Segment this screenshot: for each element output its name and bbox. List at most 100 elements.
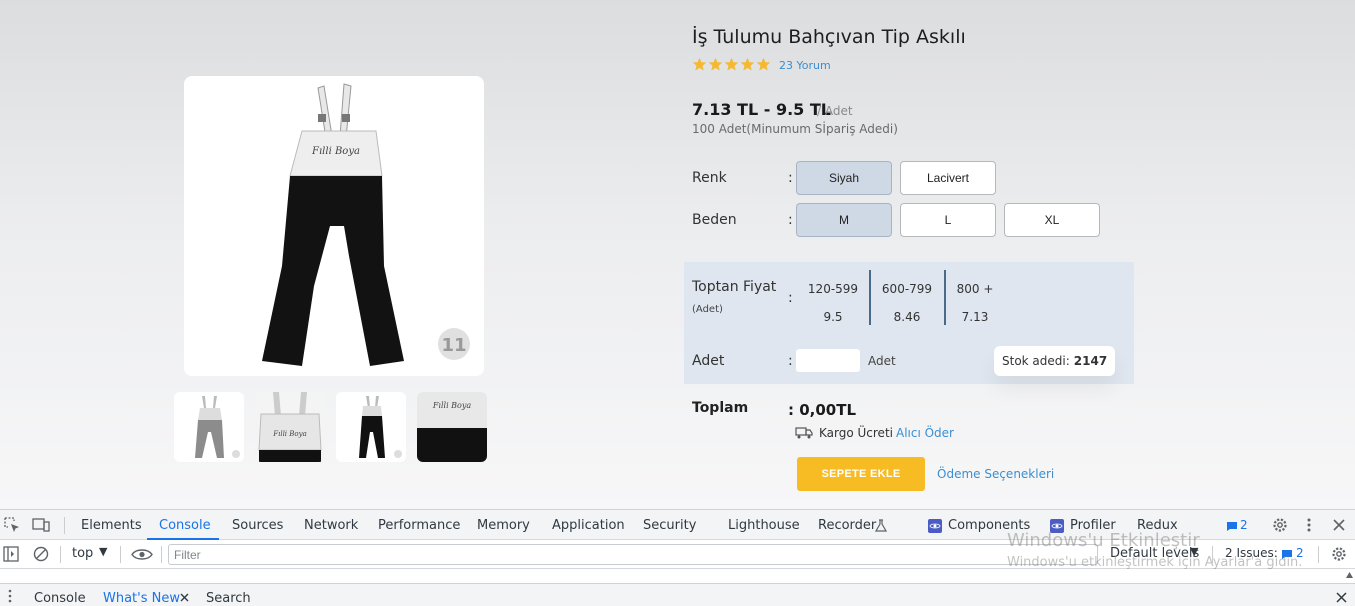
devtools-drawer-tabs: Console What's New Search bbox=[0, 583, 1355, 606]
image-badge: 11 bbox=[441, 335, 466, 356]
thumb4-brand: Fılli Boya bbox=[432, 401, 472, 410]
size-label: Beden bbox=[692, 212, 737, 228]
device-toolbar-icon[interactable] bbox=[32, 517, 50, 533]
divider bbox=[1318, 546, 1319, 563]
color-option-lacivert[interactable]: Lacivert bbox=[900, 161, 996, 195]
close-drawer-icon[interactable] bbox=[1336, 592, 1347, 603]
tier-range: 120-599 bbox=[807, 282, 859, 296]
chevron-down-icon[interactable]: ▼ bbox=[99, 545, 107, 558]
star-icon bbox=[756, 57, 771, 71]
minimum-order: 100 Adet(Minumum Sİpariş Adedi) bbox=[692, 122, 898, 136]
size-option-m[interactable]: M bbox=[796, 203, 892, 237]
wholesale-label: Toptan Fiyat bbox=[692, 279, 777, 295]
drawer-tab-whats-new[interactable]: What's New bbox=[103, 591, 180, 606]
tab-memory[interactable]: Memory bbox=[477, 510, 530, 540]
size-option-l[interactable]: L bbox=[900, 203, 996, 237]
main-product-image[interactable]: Fılli Boya 11 bbox=[184, 76, 484, 376]
divider bbox=[64, 517, 65, 534]
thumb-overalls-black bbox=[359, 396, 402, 458]
tier-price: 8.46 bbox=[893, 310, 921, 324]
wholesale-tier-3: 800 + 7.13 bbox=[938, 270, 1012, 332]
tab-performance[interactable]: Performance bbox=[378, 510, 460, 540]
tab-lighthouse[interactable]: Lighthouse bbox=[728, 510, 800, 540]
quantity-colon: : bbox=[788, 353, 793, 369]
console-filter-input[interactable] bbox=[168, 544, 1098, 565]
product-title: İş Tulumu Bahçıvan Tip Askılı bbox=[692, 26, 966, 48]
brand-script: Fılli Boya bbox=[311, 146, 360, 157]
wholesale-tier-2: 600-799 8.46 bbox=[870, 270, 944, 332]
shipping-label: Kargo Ücreti bbox=[819, 426, 893, 440]
windows-activation-title: Windows'u Etkinleştir bbox=[1007, 530, 1200, 551]
star-icon bbox=[708, 57, 723, 71]
tab-recorder[interactable]: Recorder bbox=[818, 510, 876, 540]
color-label: Renk bbox=[692, 170, 727, 186]
tier-range: 800 + bbox=[956, 282, 994, 296]
wholesale-sublabel: (Adet) bbox=[692, 304, 723, 315]
total-value: : 0,00TL bbox=[788, 401, 857, 419]
product-page: Fılli Boya 11 Fılli Boya Fılli Boya İş T… bbox=[0, 0, 1355, 509]
payment-options-link[interactable]: Ödeme Seçenekleri bbox=[937, 467, 1054, 481]
react-components-icon bbox=[928, 519, 942, 533]
thumb-overalls-grey bbox=[195, 396, 240, 458]
clear-console-icon[interactable] bbox=[33, 546, 49, 562]
star-icon bbox=[724, 57, 739, 71]
scroll-up-icon[interactable] bbox=[1345, 571, 1354, 579]
console-settings-icon[interactable] bbox=[1331, 546, 1347, 562]
rating-stars bbox=[692, 57, 771, 72]
shipping-info: Kargo Ücreti Alıcı Öder bbox=[795, 426, 954, 440]
windows-activation-subtitle: Windows'u etkinleştirmek için Ayarlar'a … bbox=[1007, 555, 1303, 570]
tab-elements[interactable]: Elements bbox=[81, 510, 142, 540]
live-expression-eye-icon[interactable] bbox=[131, 548, 153, 561]
close-tab-icon[interactable] bbox=[180, 593, 189, 602]
tier-price: 7.13 bbox=[961, 310, 989, 324]
star-icon bbox=[740, 57, 755, 71]
console-output-area[interactable] bbox=[0, 569, 1355, 583]
flask-icon bbox=[875, 519, 887, 532]
tab-application[interactable]: Application bbox=[552, 510, 625, 540]
stock-badge: Stok adedi: 2147 bbox=[994, 346, 1116, 376]
tab-security[interactable]: Security bbox=[643, 510, 696, 540]
wholesale-colon: : bbox=[788, 290, 793, 306]
divider bbox=[120, 546, 121, 563]
drawer-tab-search[interactable]: Search bbox=[206, 591, 251, 606]
messages-count[interactable]: 2 bbox=[1240, 518, 1248, 532]
thumbnail-1[interactable] bbox=[174, 392, 244, 462]
wholesale-tier-1: 120-599 9.5 bbox=[796, 270, 870, 332]
tier-range: 600-799 bbox=[881, 282, 933, 296]
more-options-icon[interactable] bbox=[1305, 517, 1313, 533]
thumb-overalls-bib: Fılli Boya bbox=[255, 392, 325, 462]
color-option-siyah[interactable]: Siyah bbox=[796, 161, 892, 195]
shipping-payer-link[interactable]: Alıcı Öder bbox=[896, 426, 954, 440]
color-colon: : bbox=[788, 170, 793, 186]
total-label: Toplam bbox=[692, 400, 749, 416]
price-range: 7.13 TL - 9.5 TL bbox=[692, 100, 831, 119]
tab-sources[interactable]: Sources bbox=[232, 510, 283, 540]
overalls-image: Fılli Boya 11 bbox=[262, 83, 470, 366]
drawer-tab-console[interactable]: Console bbox=[34, 591, 86, 606]
size-option-xl[interactable]: XL bbox=[1004, 203, 1100, 237]
thumbnail-3[interactable] bbox=[336, 392, 406, 462]
thumbnail-2[interactable]: Fılli Boya bbox=[255, 392, 325, 462]
stock-label: Stok adedi: bbox=[1002, 354, 1070, 368]
drawer-menu-icon[interactable] bbox=[8, 589, 12, 603]
add-to-cart-button[interactable]: SEPETE EKLE bbox=[797, 457, 925, 491]
reviews-link[interactable]: 23 Yorum bbox=[779, 59, 831, 72]
divider bbox=[60, 546, 61, 563]
context-selector[interactable]: top bbox=[72, 546, 93, 561]
thumbnail-4[interactable]: Fılli Boya bbox=[417, 392, 487, 462]
quantity-input[interactable] bbox=[796, 349, 860, 372]
thumb2-brand: Fılli Boya bbox=[272, 430, 307, 438]
price-unit: / Adet bbox=[817, 104, 853, 118]
settings-gear-icon[interactable] bbox=[1272, 517, 1288, 533]
tab-network[interactable]: Network bbox=[304, 510, 358, 540]
thumb-overalls-closeup: Fılli Boya bbox=[417, 392, 487, 462]
quantity-label: Adet bbox=[692, 353, 725, 369]
tier-price: 9.5 bbox=[823, 310, 843, 324]
sidebar-toggle-icon[interactable] bbox=[3, 546, 19, 562]
message-icon[interactable] bbox=[1226, 521, 1238, 532]
inspect-element-icon[interactable] bbox=[4, 517, 20, 533]
quantity-unit: Adet bbox=[868, 354, 896, 368]
truck-icon bbox=[795, 427, 813, 439]
tab-console[interactable]: Console bbox=[159, 510, 211, 540]
close-icon[interactable] bbox=[1333, 519, 1345, 531]
